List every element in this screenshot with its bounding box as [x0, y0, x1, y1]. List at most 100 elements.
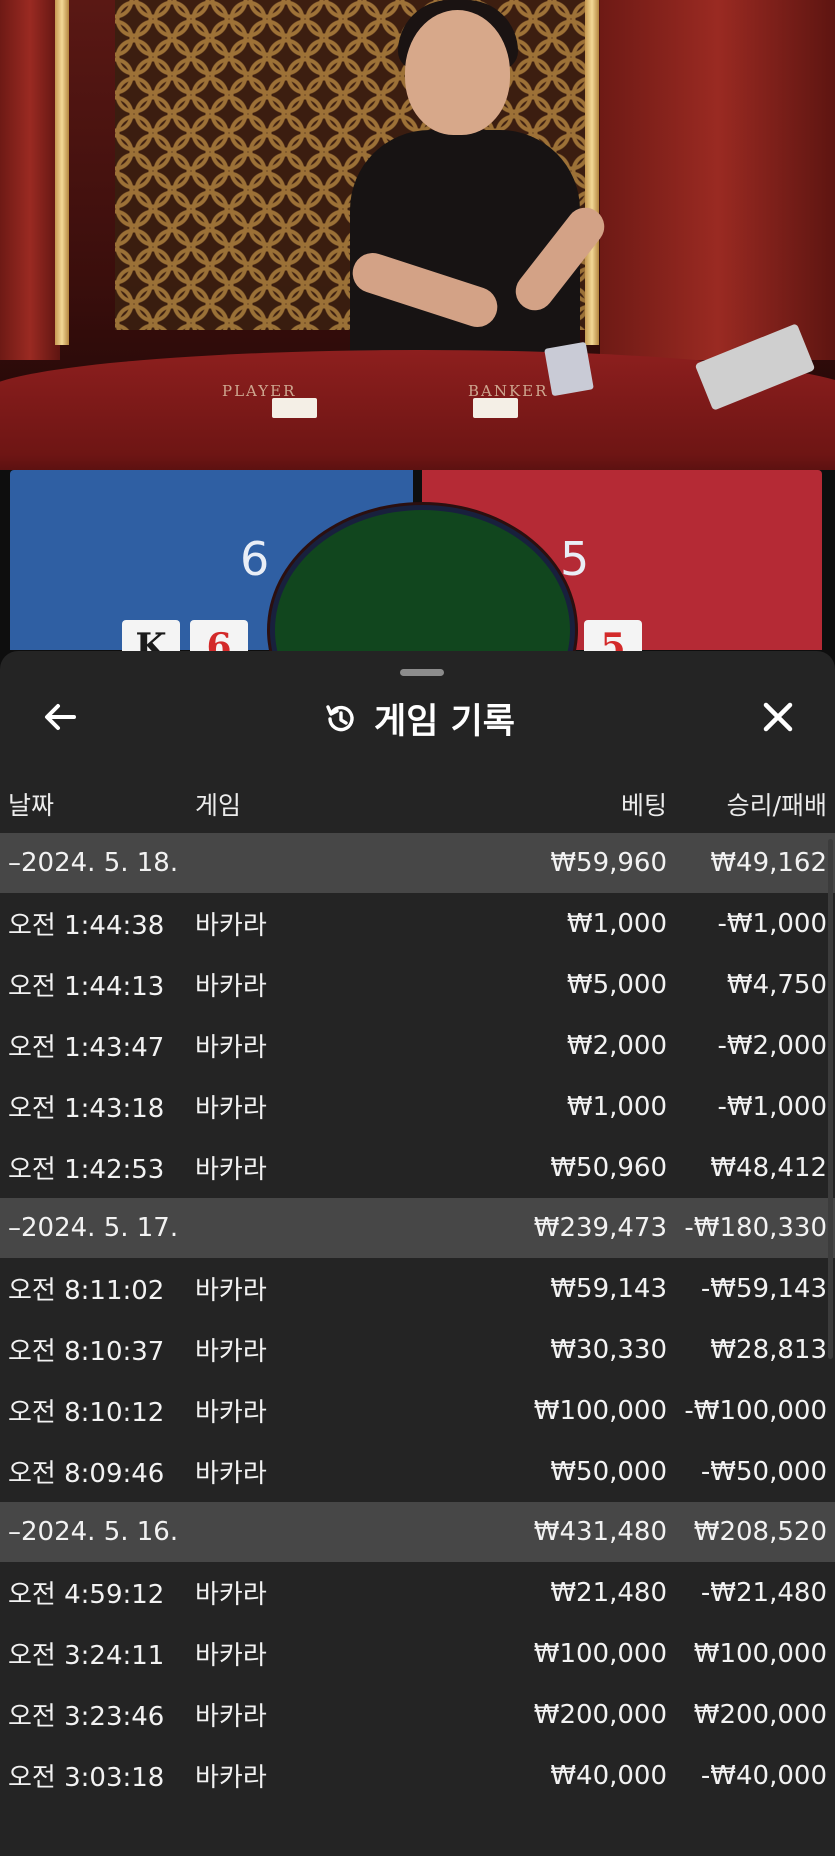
bet-amount: ₩30,330	[550, 1334, 667, 1365]
group-date: –2024. 5. 16.	[8, 1517, 179, 1547]
history-row[interactable]: 오전 3:03:18 바카라 ₩40,000 -₩40,000	[0, 1745, 835, 1806]
round-time: 오전 1:44:13	[8, 972, 165, 1002]
dealer-head	[405, 10, 510, 135]
close-icon	[763, 702, 793, 732]
game-name: 바카라	[195, 1763, 267, 1793]
history-row[interactable]: 오전 4:59:12 바카라 ₩21,480 -₩21,480	[0, 1562, 835, 1623]
history-icon	[326, 704, 354, 731]
round-time: 오전 8:10:37	[8, 1337, 165, 1367]
win-loss-amount: -₩2,000	[717, 1030, 827, 1061]
win-loss-amount: -₩21,480	[700, 1577, 827, 1608]
bet-amount: ₩40,000	[550, 1760, 667, 1791]
history-row[interactable]: 오전 8:10:12 바카라 ₩100,000 -₩100,000	[0, 1380, 835, 1441]
history-row[interactable]: 오전 1:43:47 바카라 ₩2,000 -₩2,000	[0, 1015, 835, 1076]
scrollbar[interactable]	[828, 839, 833, 1359]
win-loss-amount: -₩1,000	[717, 908, 827, 939]
win-loss-amount: ₩4,750	[726, 969, 827, 1000]
group-bet-total: ₩59,960	[550, 848, 667, 878]
bet-amount: ₩21,480	[550, 1577, 667, 1608]
live-video-feed: PLAYER BANKER	[0, 0, 835, 470]
round-time: 오전 3:03:18	[8, 1763, 165, 1793]
bet-amount: ₩1,000	[566, 908, 667, 939]
game-name: 바카라	[195, 1459, 267, 1489]
date-group-row[interactable]: –2024. 5. 18. ₩59,960 ₩49,162	[0, 833, 835, 893]
win-loss-amount: ₩200,000	[693, 1699, 827, 1730]
round-time: 오전 8:11:02	[8, 1276, 165, 1306]
game-history-sheet: 게임 기록 날짜 게임 베팅 승리/패배 –2024. 5. 18. ₩59,96…	[0, 651, 835, 1856]
dealer-held-card	[544, 341, 594, 397]
table-card	[473, 398, 518, 418]
game-name: 바카라	[195, 1276, 267, 1306]
round-time: 오전 3:24:11	[8, 1641, 165, 1671]
group-bet-total: ₩239,473	[533, 1213, 667, 1243]
date-group-row[interactable]: –2024. 5. 17. ₩239,473 -₩180,330	[0, 1198, 835, 1258]
win-loss-amount: ₩48,412	[710, 1152, 827, 1183]
history-row[interactable]: 오전 1:42:53 바카라 ₩50,960 ₩48,412	[0, 1137, 835, 1198]
player-score: 6	[240, 532, 270, 586]
win-loss-amount: -₩50,000	[700, 1456, 827, 1487]
win-loss-amount: -₩1,000	[717, 1091, 827, 1122]
round-time: 오전 8:09:46	[8, 1459, 165, 1489]
history-row[interactable]: 오전 3:23:46 바카라 ₩200,000 ₩200,000	[0, 1684, 835, 1745]
group-bet-total: ₩431,480	[533, 1517, 667, 1547]
history-row[interactable]: 오전 8:11:02 바카라 ₩59,143 -₩59,143	[0, 1258, 835, 1319]
round-time: 오전 3:23:46	[8, 1702, 165, 1732]
history-row[interactable]: 오전 3:24:11 바카라 ₩100,000 ₩100,000	[0, 1623, 835, 1684]
history-row[interactable]: 오전 1:44:38 바카라 ₩1,000 -₩1,000	[0, 893, 835, 954]
bet-amount: ₩100,000	[533, 1638, 667, 1669]
gold-pillar-right	[585, 0, 599, 345]
round-time: 오전 8:10:12	[8, 1398, 165, 1428]
bet-amount: ₩100,000	[533, 1395, 667, 1426]
win-loss-amount: ₩28,813	[710, 1334, 827, 1365]
win-loss-amount: -₩59,143	[700, 1273, 827, 1304]
round-time: 오전 1:43:47	[8, 1033, 165, 1063]
win-loss-amount: ₩100,000	[693, 1638, 827, 1669]
sheet-title: 게임 기록	[374, 702, 515, 742]
game-name: 바카라	[195, 1398, 267, 1428]
round-time: 오전 1:43:18	[8, 1094, 165, 1124]
game-name: 바카라	[195, 1702, 267, 1732]
curtain-left	[0, 0, 60, 360]
round-time: 오전 4:59:12	[8, 1580, 165, 1610]
curtain-right	[600, 0, 835, 360]
table-card	[272, 398, 317, 418]
close-button[interactable]	[754, 693, 802, 741]
game-name: 바카라	[195, 972, 267, 1002]
sheet-header: 게임 기록	[0, 693, 835, 742]
bet-amount: ₩2,000	[566, 1030, 667, 1061]
drag-handle[interactable]	[400, 669, 444, 676]
game-name: 바카라	[195, 1155, 267, 1185]
game-name: 바카라	[195, 1094, 267, 1124]
bet-amount: ₩50,000	[550, 1456, 667, 1487]
date-group-row[interactable]: –2024. 5. 16. ₩431,480 ₩208,520	[0, 1502, 835, 1562]
history-row[interactable]: 오전 1:43:18 바카라 ₩1,000 -₩1,000	[0, 1076, 835, 1137]
column-header-bet: 베팅	[620, 791, 667, 820]
game-name: 바카라	[195, 1337, 267, 1367]
round-time: 오전 1:44:38	[8, 911, 165, 941]
column-header-game: 게임	[195, 791, 242, 820]
history-row[interactable]: 오전 8:10:37 바카라 ₩30,330 ₩28,813	[0, 1319, 835, 1380]
bet-amount: ₩200,000	[533, 1699, 667, 1730]
group-result-total: ₩49,162	[710, 848, 827, 878]
win-loss-amount: -₩100,000	[684, 1395, 827, 1426]
group-date: –2024. 5. 18.	[8, 848, 179, 878]
column-header-date: 날짜	[8, 791, 55, 820]
bet-amount: ₩59,143	[550, 1273, 667, 1304]
history-row[interactable]: 오전 8:09:46 바카라 ₩50,000 -₩50,000	[0, 1441, 835, 1502]
game-name: 바카라	[195, 1033, 267, 1063]
group-date: –2024. 5. 17.	[8, 1213, 179, 1243]
history-list[interactable]: –2024. 5. 18. ₩59,960 ₩49,162 오전 1:44:38 바카라…	[0, 833, 835, 1806]
column-header-result: 승리/패배	[726, 791, 827, 820]
bet-amount: ₩5,000	[566, 969, 667, 1000]
group-result-total: -₩180,330	[684, 1213, 827, 1243]
gold-pillar-left	[55, 0, 69, 345]
game-name: 바카라	[195, 1580, 267, 1610]
win-loss-amount: -₩40,000	[700, 1760, 827, 1791]
group-result-total: ₩208,520	[693, 1517, 827, 1547]
history-row[interactable]: 오전 1:44:13 바카라 ₩5,000 ₩4,750	[0, 954, 835, 1015]
round-time: 오전 1:42:53	[8, 1155, 165, 1185]
bet-amount: ₩50,960	[550, 1152, 667, 1183]
game-name: 바카라	[195, 1641, 267, 1671]
game-name: 바카라	[195, 911, 267, 941]
bet-amount: ₩1,000	[566, 1091, 667, 1122]
